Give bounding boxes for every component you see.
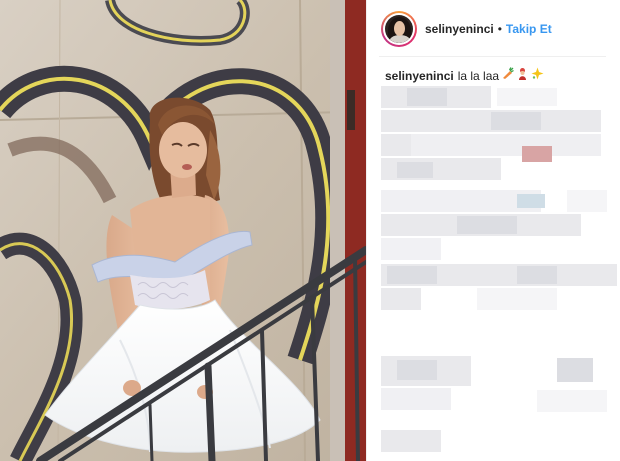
avatar-image (385, 15, 413, 43)
post-image (0, 0, 366, 461)
post-side-panel: selinyeninci • Takip Et selinyeninci la … (366, 0, 620, 461)
header-divider (379, 56, 606, 57)
pixelated-comments (381, 86, 617, 452)
follow-button[interactable]: Takip Et (506, 22, 552, 36)
username-link[interactable]: selinyeninci (425, 22, 494, 36)
separator-dot: • (497, 22, 502, 36)
post-photo[interactable] (0, 0, 366, 461)
post-header: selinyeninci • Takip Et (381, 9, 606, 49)
avatar-ring (383, 13, 415, 45)
avatar[interactable] (381, 11, 417, 47)
